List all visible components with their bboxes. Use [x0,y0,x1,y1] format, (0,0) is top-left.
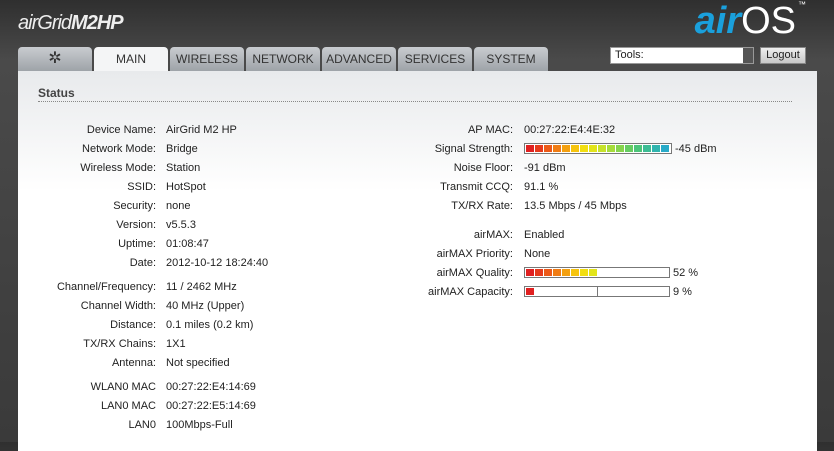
status-label: Transmit CCQ: [440,181,513,193]
tab-network[interactable]: NETWORK [246,47,320,71]
bar-segment [652,145,660,152]
status-row: TX/RX Chains: 1X1 [18,337,818,351]
status-label: LAN0 MAC [100,400,156,412]
divider [38,101,792,102]
bar-segment [580,145,588,152]
status-row: AP MAC: 00:27:22:E4:4E:32 [18,123,818,137]
chevron-down-icon[interactable] [743,48,753,63]
status-value: 52 % [673,267,699,279]
bar-segment [562,145,570,152]
tab-system[interactable]: SYSTEM [474,47,548,71]
bar-segment [553,269,561,276]
bar-segment [544,269,552,276]
main-tabs: ✲ MAIN WIRELESS NETWORK ADVANCED SERVICE… [18,47,548,71]
bar-segment [580,269,588,276]
status-value: 13.5 Mbps / 45 Mbps [524,200,627,212]
status-label: TX/RX Chains: [83,338,156,350]
tab-main[interactable]: MAIN [94,47,168,71]
status-value: Enabled [524,229,565,241]
tab-ubnt-logo[interactable]: ✲ [18,47,92,71]
bar-segment [661,145,669,152]
bar-segment [526,145,534,152]
status-row: airMAX Priority: None [18,247,818,261]
status-panel: Status Device Name: AirGrid M2 HP Network … [18,71,817,451]
bar-segment [616,145,624,152]
status-row: airMAX Capacity: 9 % [18,285,818,299]
status-value: 00:27:22:E4:14:69 [166,381,256,393]
status-row: WLAN0 MAC 00:27:22:E4:14:69 [18,380,818,394]
device-brand: airGridM2HP [18,12,124,35]
status-row: airMAX: Enabled [18,228,818,242]
status-value: 40 MHz (Upper) [166,300,245,312]
status-label: Antenna: [111,357,156,369]
logo-tm: ™ [798,0,806,9]
logout-button[interactable]: Logout [760,47,806,64]
bar-segment [607,145,615,152]
status-value: Not specified [166,357,230,369]
status-value: 1X1 [166,338,186,350]
level-bar [524,286,670,297]
status-row: Distance: 0.1 miles (0.2 km) [18,318,818,332]
bar-segment [589,269,597,276]
bar-segment [589,145,597,152]
status-row: Signal Strength: -45 dBm [18,142,818,156]
bar-segment [562,269,570,276]
status-label: Noise Floor: [453,162,513,174]
bar-segment [634,145,642,152]
bar-segment [526,269,534,276]
level-bar [524,267,670,278]
status-value: 100Mbps-Full [166,419,233,431]
status-label: airMAX Capacity: [428,286,513,298]
brand-grid: Grid [37,12,72,34]
status-label: Signal Strength: [434,143,513,155]
status-label: WLAN0 MAC [90,381,156,393]
brand-model: M2HP [71,12,124,34]
status-value: 00:27:22:E5:14:69 [166,400,256,412]
logo-air: air [694,0,742,42]
status-label: airMAX Priority: [436,248,513,260]
bar-segment [544,145,552,152]
airos-logo: airOS ™ [695,0,806,43]
bar-segment [571,145,579,152]
tab-wireless[interactable]: WIRELESS [170,47,244,71]
tools-select[interactable]: Tools: [610,47,754,64]
tab-advanced[interactable]: ADVANCED [322,47,396,71]
bar-segment [625,145,633,152]
status-row: Transmit CCQ: 91.1 % [18,180,818,194]
status-row: LAN0 100Mbps-Full [18,418,818,432]
status-value: 00:27:22:E4:4E:32 [524,124,616,136]
bar-segment [571,269,579,276]
status-label: Distance: [110,319,156,331]
status-label: AP MAC: [467,124,513,136]
bar-segment [535,145,543,152]
status-label: LAN0 [128,419,156,431]
bar-segment [553,145,561,152]
bar-segment [535,269,543,276]
status-label: airMAX Quality: [436,267,513,279]
status-label: Channel Width: [80,300,156,312]
tools-select-value: Tools: [615,49,644,61]
brand-air: air [18,12,38,34]
status-value: -91 dBm [524,162,566,174]
tab-services[interactable]: SERVICES [398,47,472,71]
section-title: Status [38,86,75,100]
status-row: Channel Width: 40 MHz (Upper) [18,299,818,313]
status-row: TX/RX Rate: 13.5 Mbps / 45 Mbps [18,199,818,213]
logo-os: OS [741,0,796,42]
status-row: Noise Floor: -91 dBm [18,161,818,175]
status-value: 91.1 % [524,181,559,193]
level-bar [524,143,672,154]
status-value: None [524,248,551,260]
bar-segment [598,145,606,152]
status-row: LAN0 MAC 00:27:22:E5:14:69 [18,399,818,413]
status-value: 0.1 miles (0.2 km) [166,319,254,331]
bar-segment [643,145,651,152]
status-row: airMAX Quality: 52 % [18,266,818,280]
capacity-marker [525,286,598,297]
status-label: airMAX: [473,229,513,241]
status-value: -45 dBm [675,143,717,155]
status-label: TX/RX Rate: [451,200,513,212]
status-row: Antenna: Not specified [18,356,818,370]
status-value: 9 % [673,286,692,298]
